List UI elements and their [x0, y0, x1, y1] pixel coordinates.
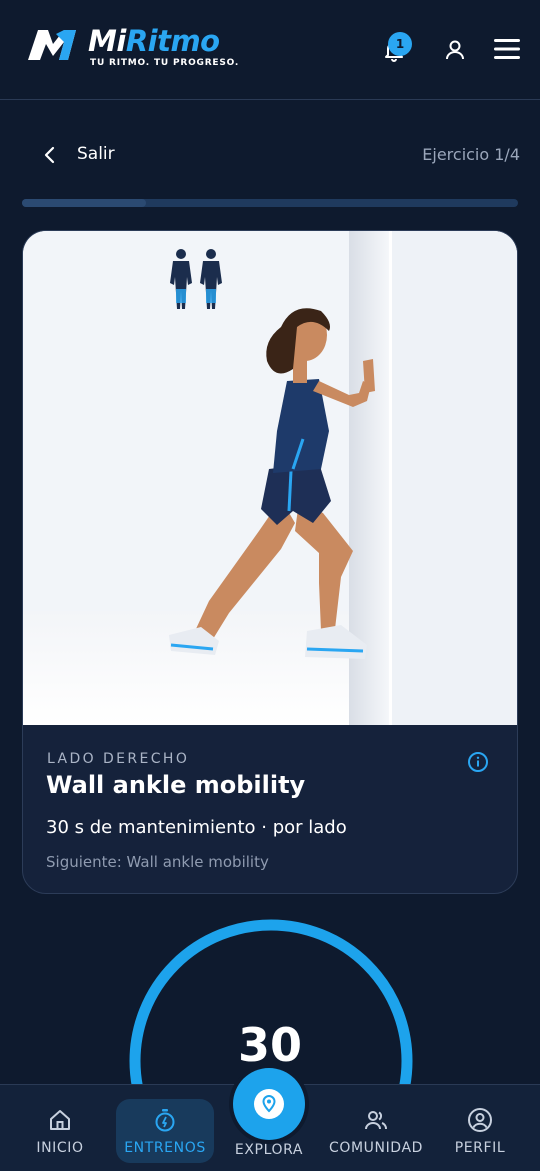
exercise-counter: Ejercicio 1/4 [422, 145, 520, 164]
user-icon[interactable] [441, 36, 469, 64]
timer-value: 30 [237, 1018, 302, 1072]
exercise-duration: 30 s de mantenimiento · por lado [46, 817, 347, 838]
nav-entrenos[interactable]: ENTRENOS [116, 1085, 214, 1171]
nav-comunidad[interactable]: COMUNIDAD [324, 1085, 428, 1171]
workout-progress-bar [22, 199, 518, 207]
exercise-title: Wall ankle mobility [46, 771, 306, 799]
location-pin-icon [254, 1089, 284, 1119]
exercise-image [23, 231, 517, 725]
menu-icon[interactable] [492, 35, 522, 63]
nav-perfil-label: PERFIL [454, 1140, 506, 1156]
users-icon [365, 1111, 387, 1130]
workout-toolbar: Salir Ejercicio 1/4 [40, 140, 520, 170]
logo-m-icon [28, 30, 76, 60]
exercise-details: LADO DERECHO Wall ankle mobility 30 s de… [23, 725, 517, 893]
chevron-left-icon[interactable] [40, 144, 60, 166]
next-exercise: Siguiente: Wall ankle mobility [46, 853, 269, 871]
notification-badge[interactable]: 1 [388, 32, 412, 56]
brand-tagline: TU RITMO. TU PROGRESO. [90, 58, 240, 68]
brand-name: MiRitmo [88, 24, 239, 58]
nav-comunidad-label: COMUNIDAD [328, 1140, 423, 1156]
exercise-card: LADO DERECHO Wall ankle mobility 30 s de… [22, 230, 518, 894]
nav-inicio-label: INICIO [36, 1140, 84, 1156]
explora-button[interactable] [233, 1068, 305, 1140]
exercise-illustration [23, 231, 517, 725]
nav-entrenos-label: ENTRENOS [124, 1140, 206, 1156]
brand-text: MiRitmo TU RITMO. TU PROGRESO. [88, 24, 239, 68]
exit-button[interactable]: Salir [77, 144, 115, 164]
stopwatch-icon [155, 1109, 175, 1132]
nav-perfil[interactable]: PERFIL [440, 1085, 520, 1171]
nav-explora-label: EXPLORA [234, 1142, 304, 1158]
brand-name-part1: Mi [88, 24, 126, 58]
info-icon[interactable] [467, 751, 489, 773]
app-header: MiRitmo TU RITMO. TU PROGRESO. 1 [0, 0, 540, 100]
profile-icon [468, 1108, 492, 1132]
brand-name-part2: Ritmo [125, 24, 220, 58]
workout-progress-fill [22, 199, 146, 207]
brand-logo[interactable]: MiRitmo TU RITMO. TU PROGRESO. [26, 24, 239, 68]
home-icon [50, 1110, 70, 1130]
exercise-side: LADO DERECHO [47, 751, 190, 767]
nav-inicio[interactable]: INICIO [20, 1085, 100, 1171]
